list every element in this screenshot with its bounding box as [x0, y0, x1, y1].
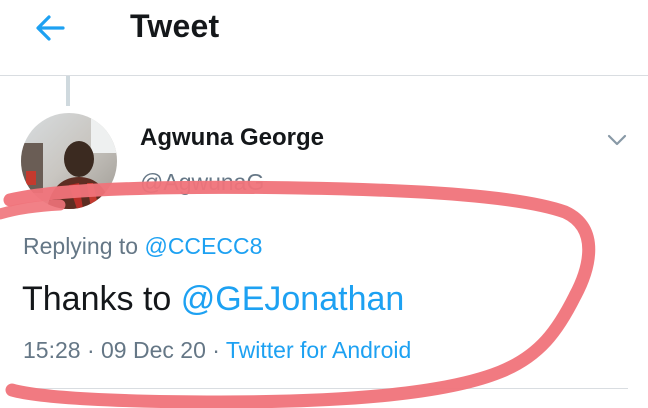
thread-connector — [66, 76, 70, 106]
page-title: Tweet — [130, 8, 220, 44]
tweet-menu-button[interactable] — [603, 126, 631, 154]
meta-separator-2: · — [205, 337, 226, 363]
avatar[interactable] — [21, 113, 117, 209]
replying-prefix: Replying to — [23, 233, 145, 259]
arrow-left-icon — [36, 15, 65, 41]
divider — [23, 388, 628, 389]
author-handle[interactable]: @AgwunaG — [140, 169, 264, 196]
profile-photo — [21, 113, 117, 209]
tweet-mention-link[interactable]: @GEJonathan — [181, 280, 405, 318]
tweet-source-link[interactable]: Twitter for Android — [226, 337, 411, 363]
replying-to: Replying to @CCECC8 — [23, 233, 262, 260]
replying-to-mention-link[interactable]: @CCECC8 — [144, 233, 262, 259]
author-name[interactable]: Agwuna George — [140, 124, 324, 152]
tweet-time: 15:28 — [23, 337, 81, 363]
meta-separator-1: · — [80, 337, 102, 363]
chevron-down-icon — [607, 134, 627, 146]
tweet-meta: 15:28 · 09 Dec 20 · Twitter for Android — [23, 337, 411, 364]
tweet-screen: Tweet Agwuna George @AgwunaG Replying to… — [0, 0, 648, 408]
back-button[interactable] — [30, 8, 70, 48]
top-bar: Tweet — [0, 0, 648, 76]
tweet-text-prefix: Thanks to — [22, 280, 181, 318]
tweet-text: Thanks to @GEJonathan — [22, 280, 404, 319]
tweet-date: 09 Dec 20 — [101, 337, 206, 363]
